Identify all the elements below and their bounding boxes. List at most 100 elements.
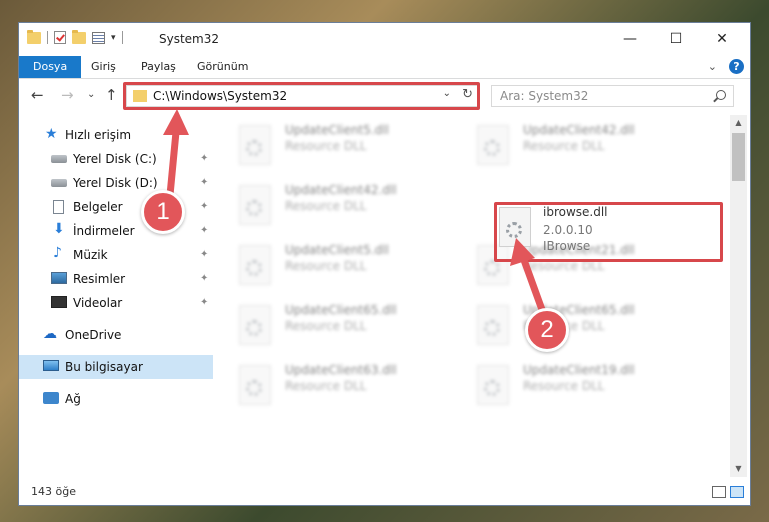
file-tile[interactable]: UpdateClient5.dll Resource DLL [215, 239, 445, 291]
sidebar-item-label: Belgeler [73, 200, 123, 214]
folder-icon [27, 29, 41, 44]
file-name: UpdateClient63.dll [285, 363, 397, 377]
disk-icon [51, 179, 67, 187]
properties-icon[interactable] [92, 31, 105, 44]
pin-icon[interactable]: ✦ [200, 201, 208, 212]
close-button[interactable]: ✕ [699, 23, 745, 55]
dll-file-icon [239, 125, 271, 165]
sidebar-item-label: Bu bilgisayar [65, 360, 143, 374]
ribbon-right-controls: ⌄ ? [708, 59, 744, 74]
separator [121, 31, 123, 44]
title-bar: ▾ System32 — ☐ ✕ [19, 23, 750, 56]
tab-dosya[interactable]: Dosya [19, 56, 82, 78]
pin-icon[interactable]: ✦ [200, 153, 208, 164]
dll-file-icon [477, 125, 509, 165]
file-tile[interactable]: UpdateClient5.dll Resource DLL [215, 119, 445, 171]
search-box[interactable]: Ara: System32 [491, 85, 734, 107]
scroll-thumb[interactable] [732, 133, 745, 181]
file-name: UpdateClient5.dll [285, 123, 389, 137]
pin-icon[interactable]: ✦ [200, 177, 208, 188]
scroll-up-arrow-icon[interactable]: ▲ [730, 115, 747, 131]
vertical-scrollbar[interactable]: ▲ ▼ [730, 115, 747, 477]
maximize-button[interactable]: ☐ [653, 23, 699, 55]
file-name: UpdateClient42.dll [285, 183, 397, 197]
sidebar-item-quick-access[interactable]: ★ Hızlı erişim [19, 123, 213, 147]
pin-icon[interactable]: ✦ [200, 273, 208, 284]
file-description: Resource DLL [285, 379, 367, 393]
sidebar-item-label: Hızlı erişim [65, 128, 132, 142]
sidebar-item-onedrive[interactable]: ☁ OneDrive [19, 323, 213, 347]
tab-gorunum[interactable]: Görünüm [195, 56, 250, 78]
scroll-down-arrow-icon[interactable]: ▼ [730, 461, 747, 477]
file-tile[interactable]: UpdateClient65.dll Resource DLL [215, 299, 445, 351]
properties-check-icon[interactable] [54, 31, 66, 44]
details-view-icon[interactable] [712, 486, 726, 498]
quick-access-toolbar: ▾ [27, 29, 123, 44]
address-row: ← → ⌄ ↑ C:\Windows\System32 ⌄ ↻ Ara: Sys… [19, 79, 750, 115]
file-tile[interactable]: UpdateClient42.dll Resource DLL [453, 119, 683, 171]
file-description: Resource DLL [285, 259, 367, 273]
file-description: Resource DLL [523, 139, 605, 153]
sidebar-item-label: Ağ [65, 392, 81, 406]
address-highlight-box [123, 82, 480, 110]
file-name: UpdateClient42.dll [523, 123, 635, 137]
sidebar-item-music[interactable]: ♪ Müzik ✦ [19, 243, 213, 267]
new-folder-icon[interactable] [72, 29, 86, 44]
sidebar-item-downloads[interactable]: ⬇ İndirmeler ✦ [19, 219, 213, 243]
document-icon [53, 200, 64, 214]
download-icon: ⬇ [53, 221, 65, 237]
customize-toolbar-caret-icon[interactable]: ▾ [111, 33, 116, 43]
window-title: System32 [159, 32, 220, 46]
file-description: Resource DLL [523, 379, 605, 393]
sidebar-item-disk-d[interactable]: Yerel Disk (D:) ✦ [19, 171, 213, 195]
file-description: Resource DLL [285, 139, 367, 153]
up-button[interactable]: ↑ [105, 86, 118, 104]
sidebar-item-pictures[interactable]: Resimler ✦ [19, 267, 213, 291]
dll-file-icon [477, 365, 509, 405]
search-placeholder[interactable]: Ara: System32 [500, 89, 588, 103]
file-name: UpdateClient5.dll [285, 243, 389, 257]
pin-icon[interactable]: ✦ [200, 297, 208, 308]
back-button[interactable]: ← [31, 86, 44, 104]
dll-file-icon [477, 305, 509, 345]
disk-icon [51, 155, 67, 163]
sidebar-item-label: Yerel Disk (D:) [73, 176, 158, 190]
recent-locations-button[interactable]: ⌄ [87, 89, 95, 100]
forward-button[interactable]: → [61, 86, 74, 104]
pin-icon[interactable]: ✦ [200, 225, 208, 236]
sidebar-item-videos[interactable]: Videolar ✦ [19, 291, 213, 315]
item-count: 143 öğe [31, 485, 76, 498]
sidebar-item-label: İndirmeler [73, 224, 135, 238]
ribbon-tabs: Dosya Giriş Paylaş Görünüm ⌄ ? [19, 56, 750, 79]
pictures-icon [51, 272, 67, 284]
navigation-pane: ★ Hızlı erişim Yerel Disk (C:) ✦ Yerel D… [19, 115, 213, 477]
file-tile[interactable]: UpdateClient19.dll Resource DLL [453, 359, 683, 411]
expand-ribbon-icon[interactable]: ⌄ [708, 60, 717, 73]
file-list: UpdateClient5.dll Resource DLL UpdateCli… [215, 115, 729, 477]
dll-file-icon [239, 245, 271, 285]
tiles-view-icon[interactable] [730, 486, 744, 498]
computer-icon [43, 360, 59, 371]
sidebar-item-network[interactable]: Ağ [19, 387, 213, 411]
network-icon [43, 392, 59, 404]
tab-paylas[interactable]: Paylaş [139, 56, 178, 78]
file-highlight-box [494, 202, 723, 262]
help-icon[interactable]: ? [729, 59, 744, 74]
step-badge-2: 2 [525, 308, 569, 352]
tab-giris[interactable]: Giriş [89, 56, 118, 78]
separator [47, 31, 48, 44]
sidebar-item-this-pc[interactable]: Bu bilgisayar [19, 355, 213, 379]
sidebar-item-label: OneDrive [65, 328, 122, 342]
sidebar-item-label: Resimler [73, 272, 126, 286]
pin-icon[interactable]: ✦ [200, 249, 208, 260]
explorer-window: ▾ System32 — ☐ ✕ Dosya Giriş Paylaş Görü… [18, 22, 751, 506]
sidebar-item-disk-c[interactable]: Yerel Disk (C:) ✦ [19, 147, 213, 171]
file-tile[interactable]: UpdateClient63.dll Resource DLL [215, 359, 445, 411]
star-icon: ★ [45, 126, 58, 142]
file-name: UpdateClient65.dll [285, 303, 397, 317]
file-tile[interactable]: UpdateClient42.dll Resource DLL [215, 179, 445, 231]
minimize-button[interactable]: — [607, 23, 653, 55]
step-badge-1: 1 [141, 190, 185, 234]
search-icon[interactable] [716, 90, 726, 100]
dll-file-icon [239, 365, 271, 405]
